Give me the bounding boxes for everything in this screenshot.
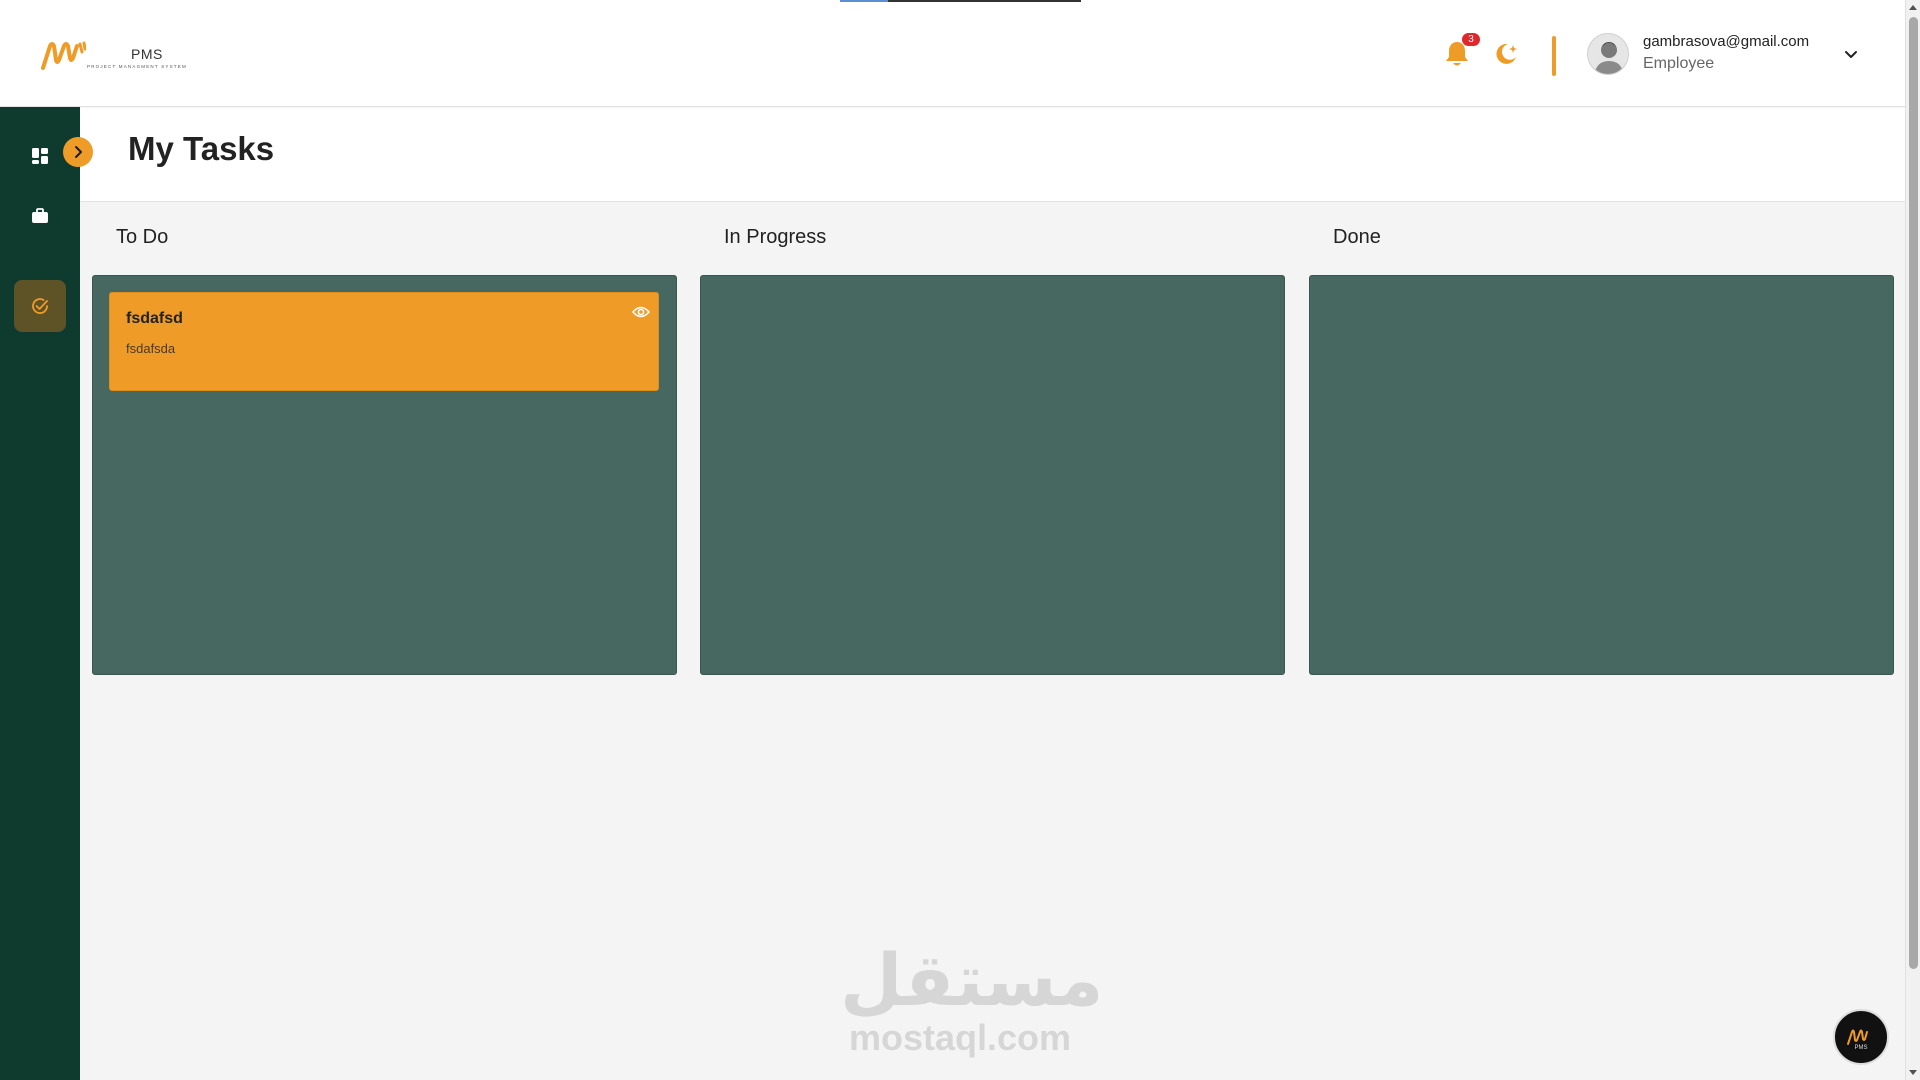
- page-title: My Tasks: [128, 130, 275, 167]
- view-eye-icon[interactable]: [632, 305, 650, 319]
- column-title-todo: To Do: [116, 226, 169, 248]
- vertical-scrollbar[interactable]: [1905, 0, 1920, 1080]
- app-logo[interactable]: PMS PROJECT MANAGMENT SYSTEM: [40, 38, 200, 72]
- scroll-down-arrow-icon[interactable]: [1909, 1070, 1917, 1075]
- logo-mark-icon: [41, 41, 87, 70]
- watermark: مستقل mostaql.com: [840, 938, 1104, 1060]
- task-title: fsdafsd: [126, 310, 183, 327]
- loading-progress-bar: [840, 0, 1081, 2]
- sidebar-toggle-button[interactable]: [63, 137, 93, 167]
- header-divider: [1552, 36, 1556, 76]
- logo-text: PMS: [131, 46, 163, 62]
- user-email: gambrasova@gmail.com: [1643, 33, 1810, 50]
- page-header: My Tasks: [80, 108, 1905, 202]
- user-silhouette-icon: [1594, 42, 1624, 74]
- column-title-in-progress: In Progress: [724, 226, 827, 248]
- check-circle-icon: [32, 298, 48, 314]
- sidebar-item-dashboard[interactable]: [14, 130, 66, 182]
- scrollbar-thumb[interactable]: [1909, 17, 1918, 969]
- dashboard-icon: [32, 148, 48, 164]
- user-role: Employee: [1643, 55, 1715, 72]
- column-title-done: Done: [1333, 226, 1381, 248]
- notification-count-badge: 3: [1462, 33, 1480, 46]
- floating-logo-button[interactable]: PMS: [1833, 1009, 1889, 1065]
- chevron-right-icon: [75, 146, 82, 158]
- column-done[interactable]: [1309, 275, 1894, 675]
- fab-label: PMS: [1854, 1045, 1868, 1051]
- task-card[interactable]: fsdafsd fsdafsda: [109, 292, 659, 391]
- dark-mode-moon-icon[interactable]: [1493, 40, 1519, 66]
- sidebar: [0, 107, 80, 1080]
- task-description: fsdafsda: [126, 341, 176, 356]
- user-avatar[interactable]: [1587, 33, 1629, 75]
- scroll-up-arrow-icon[interactable]: [1909, 5, 1917, 10]
- watermark-arabic: مستقل: [840, 938, 1104, 1022]
- sidebar-item-projects[interactable]: [14, 190, 66, 242]
- sidebar-item-tasks[interactable]: [14, 280, 66, 332]
- top-header: PMS PROJECT MANAGMENT SYSTEM 3 gambrasov…: [0, 0, 1905, 107]
- column-in-progress[interactable]: [700, 275, 1285, 675]
- logo-subtitle: PROJECT MANAGMENT SYSTEM: [87, 64, 187, 69]
- briefcase-icon: [32, 208, 48, 223]
- user-menu-chevron-down-icon[interactable]: [1843, 46, 1859, 62]
- watermark-latin: mostaql.com: [848, 1017, 1072, 1058]
